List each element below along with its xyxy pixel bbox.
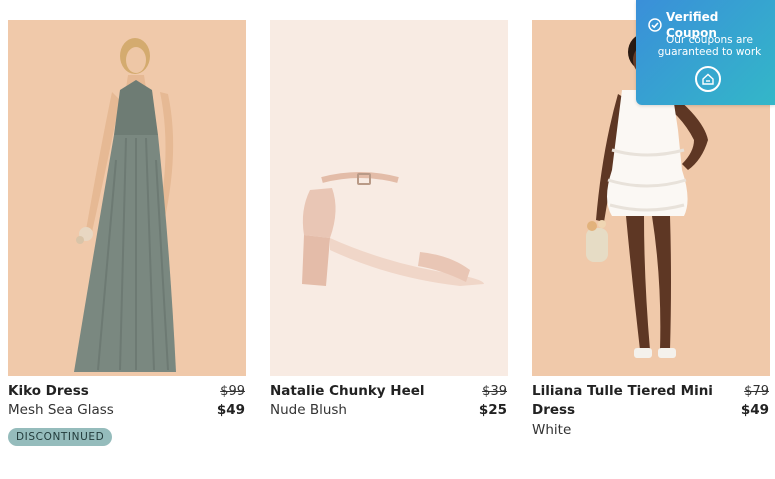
sale-price: $25 (478, 402, 507, 418)
status-badge: DISCONTINUED (8, 428, 113, 446)
product-image-kiko-dress[interactable] (8, 20, 246, 376)
sale-price: $49 (216, 402, 245, 418)
verified-coupon-popup[interactable]: Verified Coupon Our coupons are guarante… (636, 0, 775, 105)
product-variant: White (532, 422, 572, 438)
check-circle-icon (648, 18, 662, 32)
natalie-heel-photo (270, 20, 508, 376)
product-card-kiko-dress[interactable]: Kiko Dress Mesh Sea Glass $99 $49 DISCON… (8, 20, 246, 452)
house-icon-glyph (702, 73, 714, 85)
sale-price: $49 (740, 402, 769, 418)
product-name[interactable]: Kiko Dress (8, 382, 203, 401)
original-price: $79 (744, 384, 769, 399)
product-image-natalie-heel[interactable] (270, 20, 508, 376)
coupon-description: Our coupons are guaranteed to work (657, 34, 762, 58)
product-name[interactable]: Liliana Tulle Tiered Mini Dress (532, 382, 727, 420)
kiko-dress-photo (8, 20, 246, 376)
product-card-natalie-heel[interactable]: Natalie Chunky Heel Nude Blush $39 $25 (270, 20, 508, 452)
product-variant: Mesh Sea Glass (8, 402, 114, 418)
house-icon[interactable] (695, 66, 721, 92)
original-price: $39 (482, 384, 507, 399)
original-price: $99 (220, 384, 245, 399)
product-name[interactable]: Natalie Chunky Heel (270, 382, 465, 401)
product-variant: Nude Blush (270, 402, 347, 418)
